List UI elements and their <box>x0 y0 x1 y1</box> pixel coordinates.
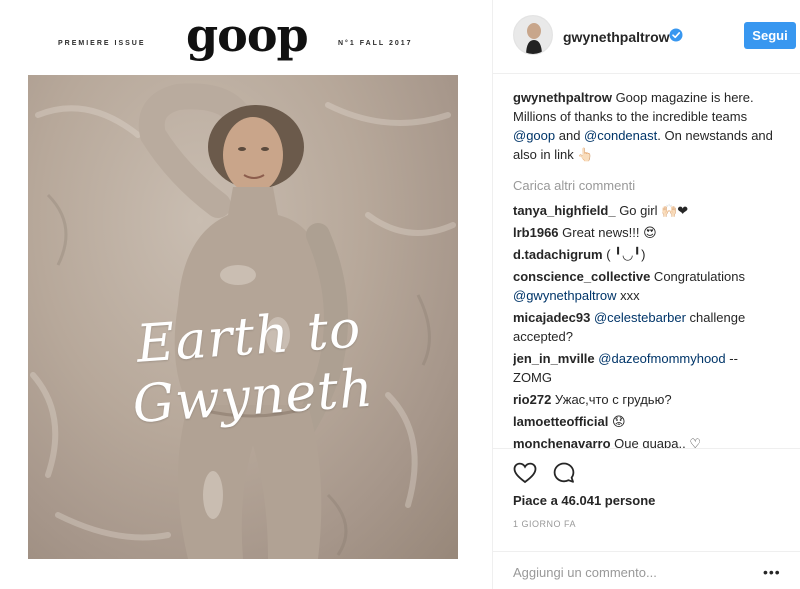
comment-row: d.tadachigrum ( ╹◡╹) <box>513 245 773 264</box>
verified-badge-icon <box>669 28 683 42</box>
caption-text-2: and <box>555 128 585 143</box>
comment-username[interactable]: d.tadachigrum <box>513 247 603 262</box>
comment-username[interactable]: monchenavarro <box>513 436 611 448</box>
comment-row: lamoetteofficial 😟 <box>513 412 773 431</box>
heart-icon[interactable] <box>513 461 537 485</box>
post-image-pane[interactable]: PREMIERE ISSUE goop N°1 FALL 2017 Earth … <box>0 0 492 589</box>
caption-username[interactable]: gwynethpaltrow <box>513 90 612 105</box>
comment-text-end: ♡ <box>689 436 701 448</box>
comment-mention[interactable]: @dazeofmommyhood <box>598 351 725 366</box>
issue-label: N°1 FALL 2017 <box>338 40 413 47</box>
comment-row: monchenavarro Que guapa.. ♡ <box>513 434 773 448</box>
comment-mention[interactable]: @gwynethpaltrow <box>513 288 617 303</box>
avatar-image <box>514 16 552 54</box>
post-date[interactable]: 1 GIORNO FA <box>513 519 576 529</box>
likes-count[interactable]: Piace a 46.041 persone <box>513 493 655 508</box>
more-options-icon[interactable]: ••• <box>763 564 785 580</box>
comment-text-end: 😍 <box>643 225 657 240</box>
comment-row: jen_in_mville @dazeofmommyhood -- ZOMG <box>513 349 773 387</box>
comment-row: conscience_collective Congratulations @g… <box>513 267 773 305</box>
avatar[interactable] <box>513 15 553 55</box>
comment-text-end: xxx <box>616 288 640 303</box>
comment-text: Ужас,что с грудью? <box>551 392 672 407</box>
post-username[interactable]: gwynethpaltrow <box>563 29 670 45</box>
comment-username[interactable]: tanya_highfield_ <box>513 203 616 218</box>
comment-username[interactable]: lrb1966 <box>513 225 559 240</box>
comment-text-end: 🙌🏻❤ <box>661 203 689 218</box>
comment-text: ( ╹◡╹) <box>602 247 646 262</box>
load-more-comments-link[interactable]: Carica altri commenti <box>513 176 773 195</box>
comments-list[interactable]: gwynethpaltrow Goop magazine is here. Mi… <box>513 88 773 448</box>
comment-username[interactable]: micajadec93 <box>513 310 590 325</box>
comment-text: Congratulations <box>650 269 745 284</box>
follow-button[interactable]: Segui <box>744 22 796 49</box>
comment-username[interactable]: lamoetteofficial <box>513 414 608 429</box>
comment-text-end: 😟 <box>611 414 626 429</box>
comment-text: Great news!!! <box>558 225 644 240</box>
add-comment-input[interactable] <box>513 560 763 584</box>
comment-username[interactable]: rio272 <box>513 392 551 407</box>
caption-mention-condenast[interactable]: @condenast <box>584 128 657 143</box>
post-panel: gwynethpaltrow Segui gwynethpaltrow Goop… <box>492 0 800 589</box>
comment-username[interactable]: jen_in_mville <box>513 351 595 366</box>
comment-row: lrb1966 Great news!!! 😍 <box>513 223 773 242</box>
comment-row: micajadec93 @celestebarber challenge acc… <box>513 308 773 346</box>
comment-container: tanya_highfield_ Go girl 🙌🏻❤ lrb1966 Grea… <box>513 201 773 448</box>
magazine-header: PREMIERE ISSUE goop N°1 FALL 2017 <box>0 0 492 75</box>
add-comment-bar: ••• <box>493 551 800 589</box>
post-actions: Piace a 46.041 persone 1 GIORNO FA ••• <box>493 448 800 589</box>
comment-icon[interactable] <box>552 461 576 485</box>
comment-row: rio272 Ужас,что с грудью? <box>513 390 773 409</box>
comment-username[interactable]: conscience_collective <box>513 269 650 284</box>
caption-emoji: 👆🏻 <box>577 147 594 162</box>
comment-text: Go girl <box>615 203 662 218</box>
goop-logo: goop <box>186 8 309 62</box>
comment-mention[interactable]: @celestebarber <box>594 310 686 325</box>
caption: gwynethpaltrow Goop magazine is here. Mi… <box>513 88 773 164</box>
caption-mention-goop[interactable]: @goop <box>513 128 555 143</box>
magazine-cover-photo: Earth to Gwyneth <box>28 75 458 559</box>
premiere-issue-label: PREMIERE ISSUE <box>58 40 146 47</box>
comment-text: Que guapa.. <box>610 436 690 448</box>
post-header: gwynethpaltrow Segui <box>493 0 800 74</box>
comment-row: tanya_highfield_ Go girl 🙌🏻❤ <box>513 201 773 220</box>
